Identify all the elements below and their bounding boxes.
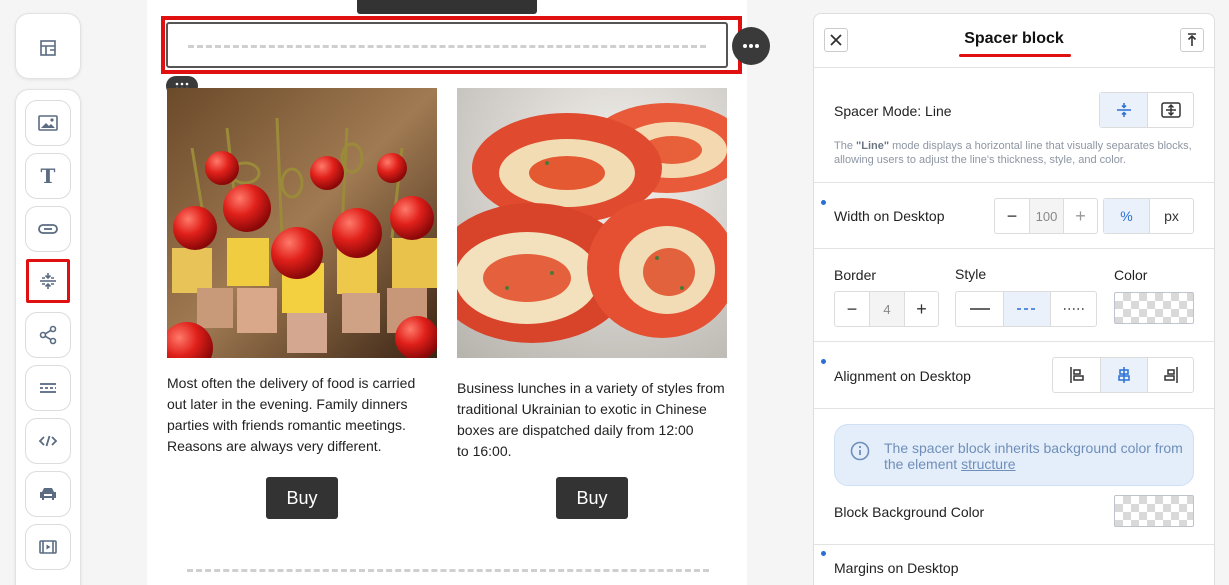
align-left-button[interactable] bbox=[1053, 358, 1100, 392]
margins-label: Margins on Desktop bbox=[834, 560, 959, 576]
image-icon bbox=[38, 115, 58, 131]
menu-block-button[interactable] bbox=[25, 365, 71, 411]
style-label: Style bbox=[955, 266, 987, 282]
share-icon bbox=[39, 325, 57, 345]
width-unit-toggle: % px bbox=[1103, 198, 1194, 234]
alignment-section: Alignment on Desktop bbox=[814, 342, 1214, 409]
unit-px-button[interactable]: px bbox=[1149, 199, 1193, 233]
width-section: Width on Desktop − 100 + % px bbox=[814, 183, 1214, 249]
spacer-block[interactable] bbox=[166, 22, 728, 68]
column-2-text: Business lunches in a variety of styles … bbox=[457, 380, 725, 459]
style-solid-button[interactable] bbox=[956, 292, 1003, 326]
width-minus-button[interactable]: − bbox=[995, 199, 1029, 233]
border-plus-button[interactable]: + bbox=[904, 292, 938, 326]
align-center-button[interactable] bbox=[1100, 358, 1147, 392]
video-icon bbox=[39, 540, 57, 554]
help-bold: "Line" bbox=[856, 140, 890, 152]
dashed-line-icon bbox=[1017, 308, 1037, 310]
width-value[interactable]: 100 bbox=[1029, 199, 1063, 233]
width-label: Width on Desktop bbox=[834, 208, 945, 224]
block-more-button[interactable] bbox=[732, 27, 770, 65]
collapse-button[interactable] bbox=[1180, 28, 1204, 52]
line-mode-icon bbox=[1116, 103, 1131, 117]
salmon-rolls-photo bbox=[457, 88, 727, 358]
spacer-mode-label: Spacer Mode: Line bbox=[834, 103, 952, 119]
column-1-text: Most often the delivery of food is carri… bbox=[167, 375, 416, 454]
banner-icon bbox=[40, 488, 56, 500]
image-block-button[interactable] bbox=[25, 100, 71, 146]
width-plus-button[interactable]: + bbox=[1063, 199, 1097, 233]
structure-link[interactable]: structure bbox=[961, 456, 1015, 472]
mode-line-button[interactable] bbox=[1100, 93, 1147, 127]
help-pre: The bbox=[834, 140, 857, 152]
blocks-toolbar: T bbox=[15, 89, 81, 585]
width-stepper: − 100 + bbox=[994, 198, 1098, 234]
align-right-button[interactable] bbox=[1147, 358, 1193, 392]
align-center-icon bbox=[1118, 367, 1130, 383]
border-section: Border − 4 + Style Color bbox=[814, 249, 1214, 342]
line-style-toggle bbox=[955, 291, 1097, 327]
buy-button-1[interactable]: Buy bbox=[266, 477, 338, 519]
dotted-line-icon bbox=[1063, 308, 1084, 310]
text-icon: T bbox=[40, 164, 56, 188]
buy-button-2[interactable]: Buy bbox=[556, 477, 628, 519]
unit-percent-button[interactable]: % bbox=[1104, 199, 1149, 233]
solid-line-icon bbox=[969, 308, 990, 310]
spacer-dashed-line bbox=[188, 45, 706, 48]
info-text: The spacer block inherits background col… bbox=[884, 440, 1184, 472]
spacer-block-button[interactable] bbox=[26, 259, 70, 303]
spacer-icon bbox=[40, 273, 56, 289]
structure-tab[interactable] bbox=[357, 0, 537, 14]
spacer-mode-help: The "Line" mode displays a horizontal li… bbox=[834, 139, 1199, 167]
text-block-button[interactable]: T bbox=[25, 153, 71, 199]
border-minus-button[interactable]: − bbox=[835, 292, 869, 326]
border-label: Border bbox=[834, 267, 877, 283]
mode-space-button[interactable] bbox=[1147, 93, 1193, 127]
bottom-spacer-line bbox=[187, 569, 709, 572]
border-stepper: − 4 + bbox=[834, 291, 939, 327]
alignment-label: Alignment on Desktop bbox=[834, 368, 971, 384]
panel-title-underline bbox=[959, 54, 1071, 57]
alignment-toggle bbox=[1052, 357, 1194, 393]
video-block-button[interactable] bbox=[25, 524, 71, 570]
menu-icon bbox=[40, 383, 56, 393]
info-text-main: The spacer block inherits background col… bbox=[884, 440, 1183, 472]
banner-block-button[interactable] bbox=[25, 471, 71, 517]
settings-panel: Spacer block Spacer Mode: Line The "Line… bbox=[813, 13, 1215, 585]
collapse-icon bbox=[1187, 33, 1197, 46]
spacer-mode-section: Spacer Mode: Line The "Line" mode displa… bbox=[814, 68, 1214, 183]
style-dashed-button[interactable] bbox=[1003, 292, 1050, 326]
spacer-mode-toggle bbox=[1099, 92, 1194, 128]
device-dot-3 bbox=[821, 551, 826, 556]
structure-icon bbox=[40, 40, 56, 56]
more-icon bbox=[743, 44, 759, 48]
social-block-button[interactable] bbox=[25, 312, 71, 358]
inherit-info-box: The spacer block inherits background col… bbox=[834, 424, 1194, 486]
style-dotted-button[interactable] bbox=[1050, 292, 1096, 326]
structure-button[interactable] bbox=[36, 36, 60, 60]
structure-toolbar bbox=[15, 13, 81, 79]
color-label: Color bbox=[1114, 267, 1148, 283]
panel-header: Spacer block bbox=[814, 14, 1214, 68]
button-block-button[interactable] bbox=[25, 206, 71, 252]
device-dot-2 bbox=[821, 359, 826, 364]
block-bg-color-swatch[interactable] bbox=[1114, 495, 1194, 527]
align-right-icon bbox=[1163, 367, 1178, 383]
button-icon bbox=[38, 224, 58, 234]
info-icon bbox=[850, 441, 870, 461]
align-left-icon bbox=[1069, 367, 1084, 383]
panel-title: Spacer block bbox=[964, 30, 1064, 47]
space-mode-icon bbox=[1160, 102, 1181, 118]
block-bg-label: Block Background Color bbox=[834, 504, 985, 520]
canapes-photo bbox=[167, 88, 437, 358]
device-dot bbox=[821, 200, 826, 205]
email-editor: T Most often the delivery of food is car… bbox=[0, 0, 1229, 585]
html-block-button[interactable] bbox=[25, 418, 71, 464]
border-value[interactable]: 4 bbox=[869, 292, 904, 326]
line-color-swatch[interactable] bbox=[1114, 292, 1194, 324]
code-icon bbox=[38, 435, 58, 447]
